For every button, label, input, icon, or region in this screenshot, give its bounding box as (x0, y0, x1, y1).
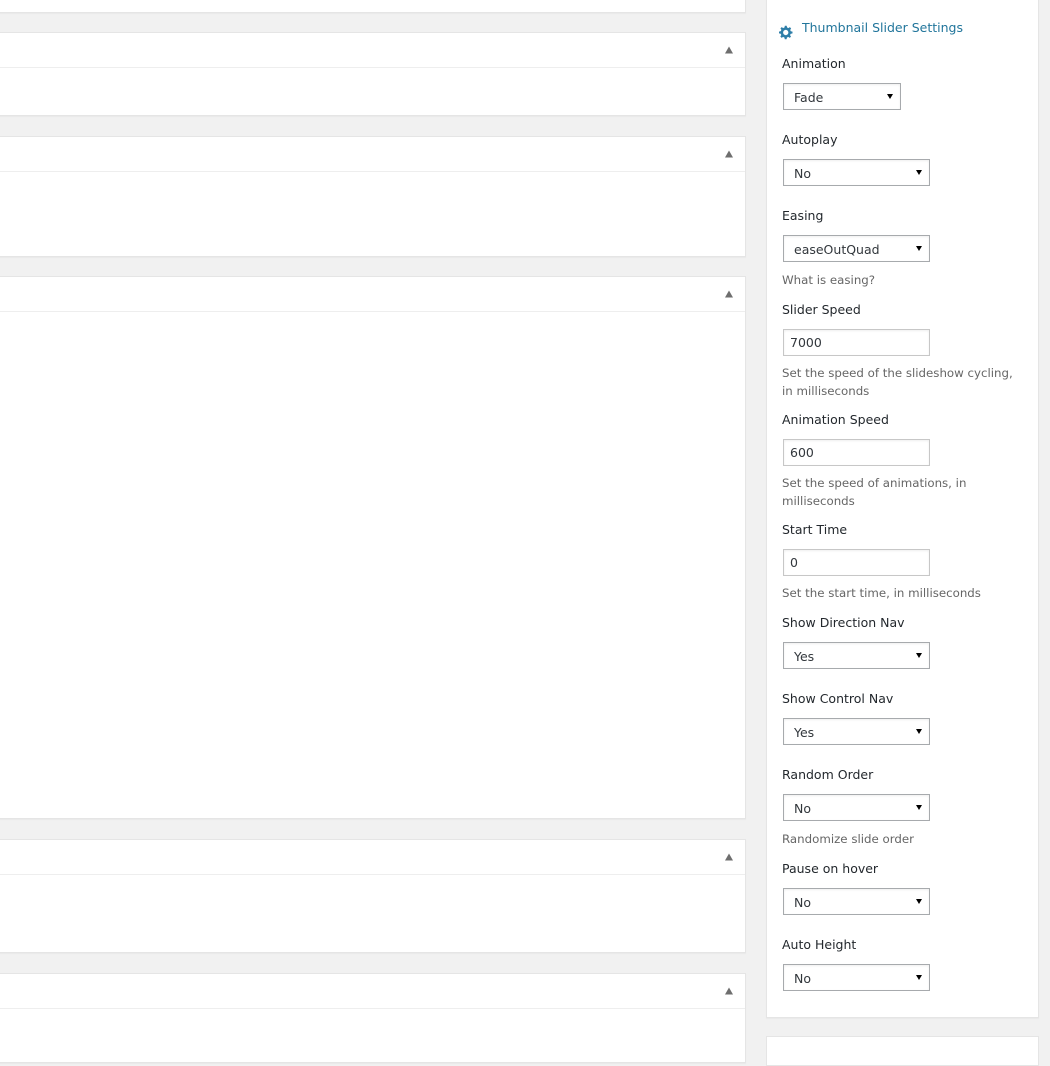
chevron-down-icon (916, 170, 922, 175)
metabox-1 (0, 32, 746, 116)
animation-label: Animation (782, 56, 846, 71)
easing-select[interactable]: easeOutQuad (783, 235, 930, 262)
pause-on-hover-select-value: No (794, 895, 811, 910)
show-direction-nav-label: Show Direction Nav (782, 615, 905, 630)
pause-on-hover-select[interactable]: No (783, 888, 930, 915)
metabox-1-header[interactable] (0, 33, 745, 68)
start-time-input[interactable] (783, 549, 930, 576)
metabox-2-header[interactable] (0, 137, 745, 172)
slider-speed-input[interactable] (783, 329, 930, 356)
auto-height-label: Auto Height (782, 937, 857, 952)
metabox-5-header[interactable] (0, 974, 745, 1009)
panel-title[interactable]: Thumbnail Slider Settings (802, 20, 963, 35)
collapse-arrow-icon[interactable] (725, 46, 733, 54)
chevron-down-icon (887, 94, 893, 99)
easing-select-value: easeOutQuad (794, 242, 880, 257)
metabox-4-header[interactable] (0, 840, 745, 875)
slider-speed-label: Slider Speed (782, 302, 861, 317)
show-control-nav-label: Show Control Nav (782, 691, 894, 706)
show-control-nav-select[interactable]: Yes (783, 718, 930, 745)
collapse-arrow-icon[interactable] (725, 290, 733, 298)
thumbnail-slider-settings-panel: Thumbnail Slider Settings Animation Fade… (766, 0, 1039, 1018)
animation-speed-label: Animation Speed (782, 412, 889, 427)
easing-help-text: What is easing? (782, 273, 876, 287)
metabox-3 (0, 276, 746, 819)
auto-height-select-value: No (794, 971, 811, 986)
autoplay-select[interactable]: No (783, 159, 930, 186)
animation-select-value: Fade (794, 90, 824, 105)
auto-height-select[interactable]: No (783, 964, 930, 991)
show-control-nav-select-value: Yes (794, 725, 815, 740)
start-time-label: Start Time (782, 522, 848, 537)
chevron-down-icon (916, 729, 922, 734)
random-order-help-text: Randomize slide order (782, 832, 914, 846)
start-time-help-text: Set the start time, in milliseconds (782, 586, 981, 600)
gear-icon (779, 25, 793, 40)
chevron-down-icon (916, 805, 922, 810)
metabox-top-partial (0, 0, 746, 13)
metabox-4 (0, 839, 746, 953)
random-order-select-value: No (794, 801, 811, 816)
slider-speed-help-text: Set the speed of the slideshow cycling, … (782, 366, 1013, 398)
metabox-5 (0, 973, 746, 1063)
chevron-down-icon (916, 899, 922, 904)
random-order-label: Random Order (782, 767, 874, 782)
collapse-arrow-icon[interactable] (725, 150, 733, 158)
autoplay-label: Autoplay (782, 132, 838, 147)
next-sidebar-panel (766, 1036, 1039, 1066)
autoplay-select-value: No (794, 166, 811, 181)
show-direction-nav-select-value: Yes (794, 649, 815, 664)
metabox-3-header[interactable] (0, 277, 745, 312)
easing-label: Easing (782, 208, 824, 223)
chevron-down-icon (916, 246, 922, 251)
animation-select[interactable]: Fade (783, 83, 901, 110)
animation-speed-help-text: Set the speed of animations, in millisec… (782, 476, 967, 508)
collapse-arrow-icon[interactable] (725, 987, 733, 995)
metabox-2 (0, 136, 746, 257)
collapse-arrow-icon[interactable] (725, 853, 733, 861)
pause-on-hover-label: Pause on hover (782, 861, 879, 876)
show-direction-nav-select[interactable]: Yes (783, 642, 930, 669)
animation-speed-input[interactable] (783, 439, 930, 466)
chevron-down-icon (916, 975, 922, 980)
random-order-select[interactable]: No (783, 794, 930, 821)
chevron-down-icon (916, 653, 922, 658)
